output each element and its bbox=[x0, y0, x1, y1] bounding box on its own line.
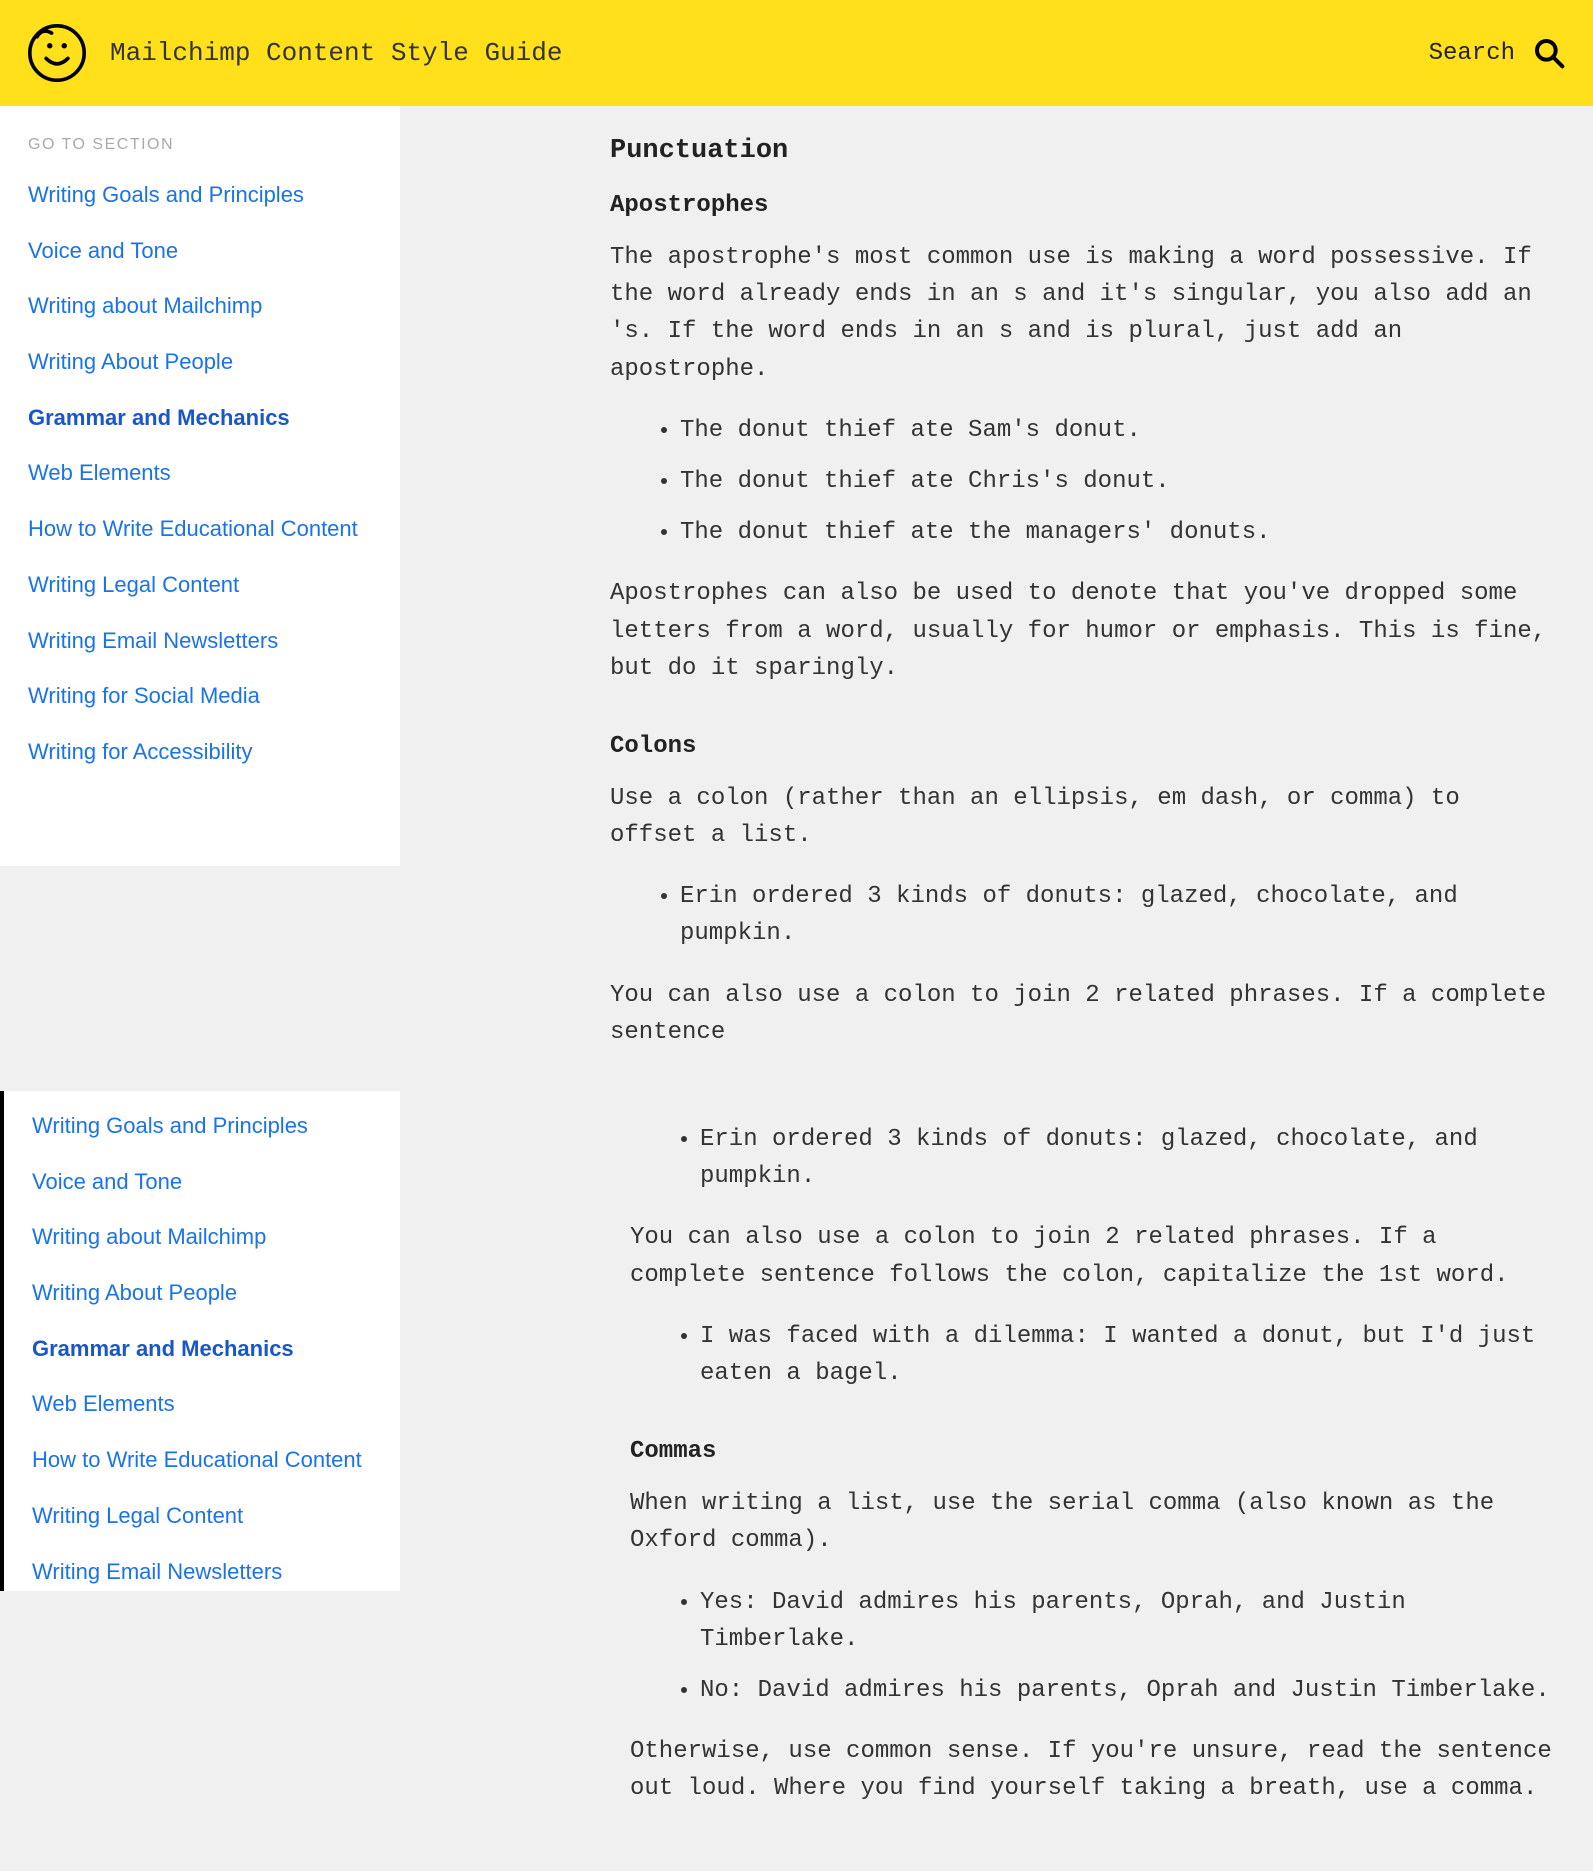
layout-bottom: Writing Goals and Principles Voice and To… bbox=[0, 1091, 1593, 1871]
sidebar-item[interactable]: Writing Goals and Principles bbox=[32, 1111, 372, 1141]
sidebar-item[interactable]: Writing for Accessibility bbox=[28, 737, 372, 767]
list-item: The donut thief ate the managers' donuts… bbox=[680, 514, 1553, 551]
sidebar-item[interactable]: Grammar and Mechanics bbox=[32, 1334, 372, 1364]
body-text: Apostrophes can also be used to denote t… bbox=[610, 575, 1553, 687]
sidebar-item[interactable]: Writing Email Newsletters bbox=[28, 626, 372, 656]
header: Mailchimp Content Style Guide Search bbox=[0, 0, 1593, 106]
header-left: Mailchimp Content Style Guide bbox=[28, 24, 562, 82]
sidebar-nav-duplicate: Writing Goals and Principles Voice and To… bbox=[32, 1111, 372, 1591]
example-list: Erin ordered 3 kinds of donuts: glazed, … bbox=[700, 1121, 1553, 1195]
sidebar-item[interactable]: Web Elements bbox=[28, 458, 372, 488]
search-icon[interactable] bbox=[1533, 37, 1565, 69]
body-text: You can also use a colon to join 2 relat… bbox=[630, 1219, 1553, 1293]
list-item: The donut thief ate Chris's donut. bbox=[680, 463, 1553, 500]
sidebar-item[interactable]: Writing for Social Media bbox=[28, 681, 372, 711]
example-list: Erin ordered 3 kinds of donuts: glazed, … bbox=[680, 878, 1553, 952]
sidebar-item[interactable]: Writing Goals and Principles bbox=[28, 180, 372, 210]
example-list: The donut thief ate Sam's donut. The donu… bbox=[680, 412, 1553, 552]
list-item: No: David admires his parents, Oprah and… bbox=[700, 1672, 1553, 1709]
site-title[interactable]: Mailchimp Content Style Guide bbox=[110, 38, 562, 68]
body-text: Otherwise, use common sense. If you're u… bbox=[630, 1733, 1553, 1807]
article-punctuation: Punctuation Apostrophes The apostrophe's… bbox=[610, 136, 1553, 1051]
sidebar-item[interactable]: Writing Legal Content bbox=[32, 1501, 372, 1531]
section-title-punctuation: Punctuation bbox=[610, 136, 1553, 166]
brand-logo-icon[interactable] bbox=[28, 24, 86, 82]
sidebar-item[interactable]: Writing About People bbox=[32, 1278, 372, 1308]
example-list: Yes: David admires his parents, Oprah, a… bbox=[700, 1584, 1553, 1710]
body-text: When writing a list, use the serial comm… bbox=[630, 1485, 1553, 1559]
sidebar-item[interactable]: How to Write Educational Content bbox=[28, 514, 372, 544]
sidebar-item[interactable]: Grammar and Mechanics bbox=[28, 403, 372, 433]
sidebar: GO TO SECTION Writing Goals and Principl… bbox=[0, 106, 400, 866]
list-item: The donut thief ate Sam's donut. bbox=[680, 412, 1553, 449]
sidebar-item[interactable]: Voice and Tone bbox=[28, 236, 372, 266]
sidebar-item[interactable]: Web Elements bbox=[32, 1389, 372, 1419]
list-item: Yes: David admires his parents, Oprah, a… bbox=[700, 1584, 1553, 1658]
sidebar-item[interactable]: Writing Legal Content bbox=[28, 570, 372, 600]
list-item: Erin ordered 3 kinds of donuts: glazed, … bbox=[680, 878, 1553, 952]
sidebar-item[interactable]: Writing about Mailchimp bbox=[28, 291, 372, 321]
sidebar-item[interactable]: Writing about Mailchimp bbox=[32, 1222, 372, 1252]
main-content: Punctuation Apostrophes The apostrophe's… bbox=[400, 106, 1593, 1091]
layout-top: GO TO SECTION Writing Goals and Principl… bbox=[0, 106, 1593, 1091]
list-item: Erin ordered 3 kinds of donuts: glazed, … bbox=[700, 1121, 1553, 1195]
list-item: I was faced with a dilemma: I wanted a d… bbox=[700, 1318, 1553, 1392]
search-label: Search bbox=[1429, 40, 1515, 67]
example-list: I was faced with a dilemma: I wanted a d… bbox=[700, 1318, 1553, 1392]
body-text: Use a colon (rather than an ellipsis, em… bbox=[610, 780, 1553, 854]
article-continued: Erin ordered 3 kinds of donuts: glazed, … bbox=[630, 1121, 1553, 1807]
subsection-apostrophes: Apostrophes bbox=[610, 192, 1553, 219]
sidebar-item[interactable]: How to Write Educational Content bbox=[32, 1445, 372, 1475]
sidebar-item[interactable]: Writing About People bbox=[28, 347, 372, 377]
subsection-colons: Colons bbox=[610, 733, 1553, 760]
subsection-commas: Commas bbox=[630, 1438, 1553, 1465]
sidebar-duplicate: Writing Goals and Principles Voice and To… bbox=[0, 1091, 400, 1591]
sidebar-item[interactable]: Voice and Tone bbox=[32, 1167, 372, 1197]
body-text: You can also use a colon to join 2 relat… bbox=[610, 977, 1553, 1051]
sidebar-item[interactable]: Writing Email Newsletters bbox=[32, 1557, 372, 1587]
body-text: The apostrophe's most common use is maki… bbox=[610, 239, 1553, 388]
sidebar-heading: GO TO SECTION bbox=[28, 136, 372, 154]
main-content-continued: Erin ordered 3 kinds of donuts: glazed, … bbox=[400, 1091, 1593, 1871]
search-area[interactable]: Search bbox=[1429, 37, 1565, 69]
sidebar-nav: Writing Goals and Principles Voice and To… bbox=[28, 180, 372, 767]
